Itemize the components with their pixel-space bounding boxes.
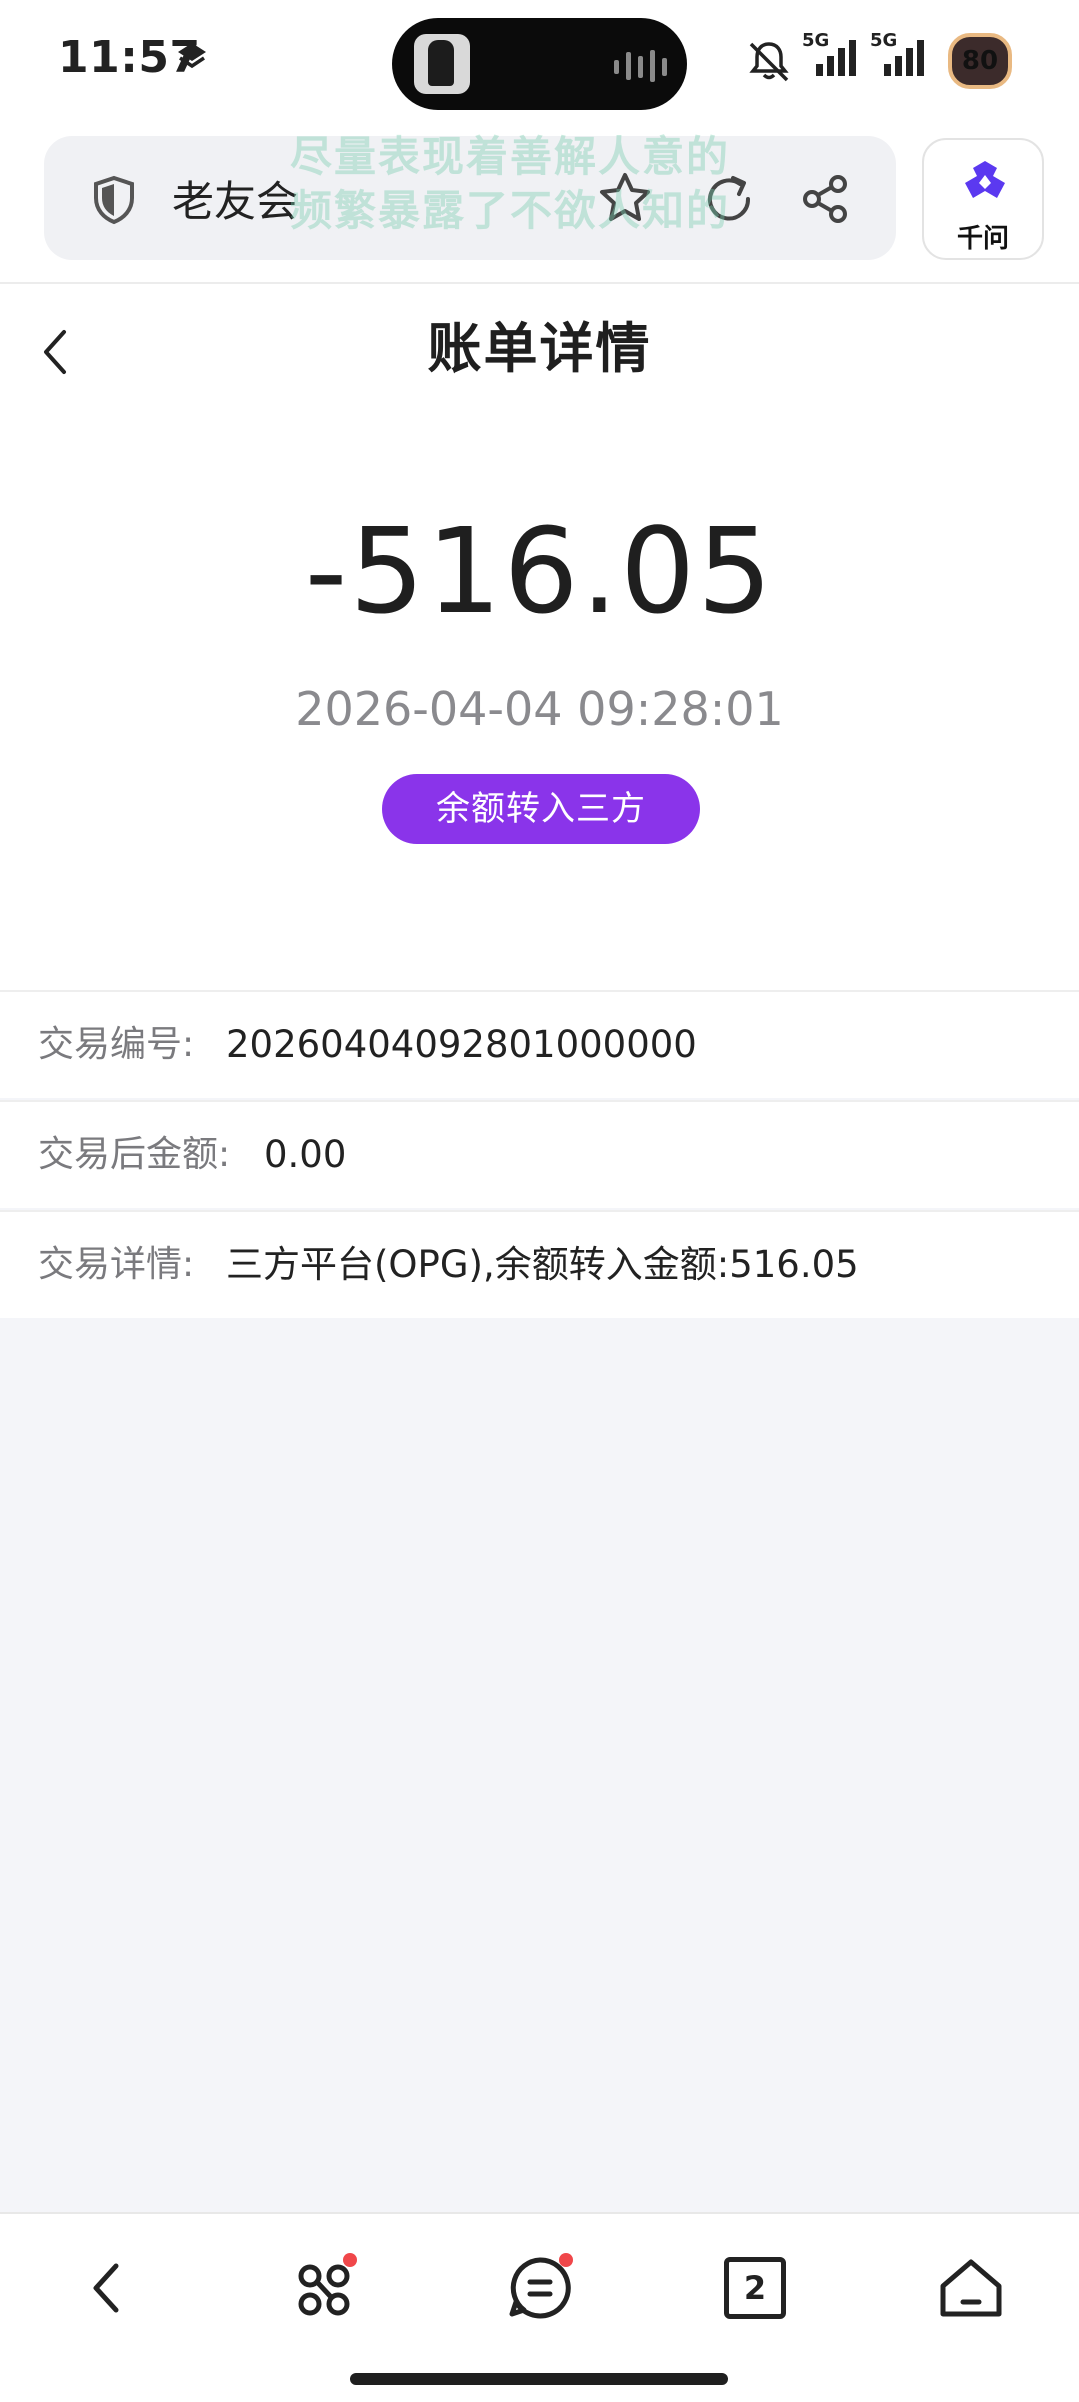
detail-value: 20260404092801000000 [226, 1023, 697, 1066]
tab-count: 2 [743, 2269, 767, 2307]
battery-indicator: 80 [948, 33, 1012, 89]
chevron-left-icon[interactable] [36, 324, 76, 380]
shield-icon[interactable] [90, 174, 138, 226]
detail-row-transaction-id: 交易编号: 20260404092801000000 [0, 990, 1079, 1098]
ai-assistant-label: 千问 [956, 224, 1009, 254]
home-indicator[interactable] [350, 2373, 728, 2385]
bill-datetime: 2026-04-04 09:28:01 [295, 682, 784, 736]
detail-value: 0.00 [264, 1133, 347, 1176]
tabs-icon[interactable]: 2 [724, 2257, 786, 2319]
detail-row-transaction-details: 交易详情: 三方平台(OPG),余额转入金额:516.05 [0, 1210, 1079, 1318]
share-icon[interactable] [798, 172, 852, 226]
browser-toolbar: 老友会 千问 [0, 126, 1079, 284]
page-header: 账单详情 [0, 284, 1079, 414]
notification-dot [559, 2253, 573, 2267]
signal-strength-2: 5G [870, 30, 934, 82]
transaction-type-badge: 余额转入三方 [382, 774, 700, 844]
star-icon[interactable] [596, 170, 654, 226]
notification-dot [343, 2253, 357, 2267]
ai-assistant-button[interactable]: 千问 [922, 138, 1044, 260]
home-icon[interactable] [933, 2250, 1009, 2326]
detail-row-balance-after: 交易后金额: 0.00 [0, 1100, 1079, 1208]
address-bar[interactable]: 老友会 [44, 136, 896, 260]
detail-value: 三方平台(OPG),余额转入金额:516.05 [226, 1243, 859, 1286]
battery-level: 80 [961, 46, 999, 76]
ai-logo-icon [965, 161, 1005, 198]
media-thumbnail [414, 34, 470, 94]
audio-wave-icon [614, 50, 667, 82]
refresh-icon[interactable] [702, 172, 756, 226]
bill-amount: -516.05 [304, 502, 775, 640]
detail-label: 交易后金额: [38, 1134, 231, 1175]
page-title: 账单详情 [427, 317, 652, 380]
detail-label: 交易详情: [38, 1244, 195, 1285]
menu-icon[interactable] [502, 2250, 578, 2326]
apps-icon[interactable] [286, 2250, 362, 2326]
site-title[interactable]: 老友会 [172, 168, 298, 229]
bell-mute-icon [749, 42, 789, 82]
back-arrow-icon[interactable] [70, 2250, 146, 2326]
signal-strength-1: 5G [802, 30, 866, 82]
bill-summary: -516.05 2026-04-04 09:28:01 余额转入三方 [0, 414, 1079, 990]
layers-icon [178, 43, 206, 69]
detail-label: 交易编号: [38, 1024, 195, 1065]
dynamic-island[interactable] [392, 18, 687, 110]
status-bar: 11:57 5G 5G 80 [0, 0, 1079, 126]
